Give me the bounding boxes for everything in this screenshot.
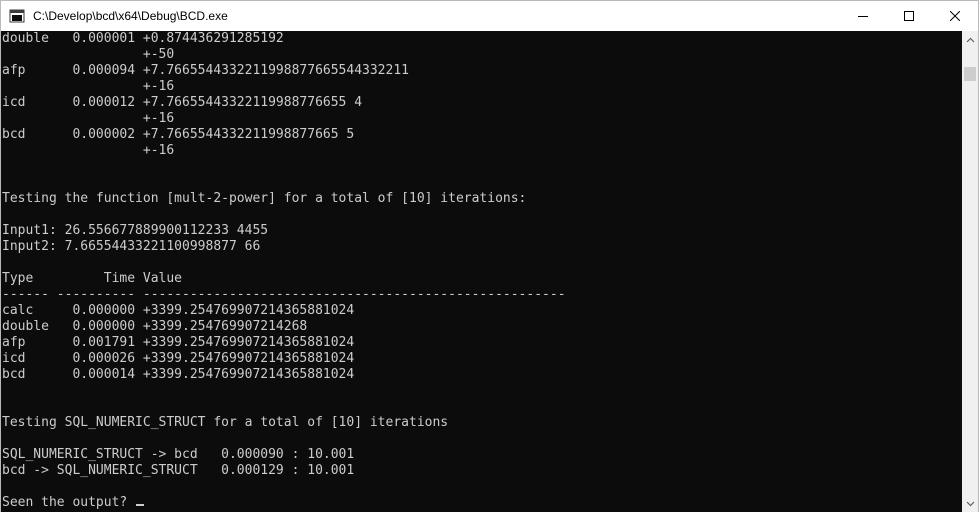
console-line: double 0.000001 +0.874436291285192 xyxy=(2,31,284,46)
scrollbar-thumb[interactable] xyxy=(964,67,976,81)
console-line: Input1: 26.556677889900112233 4455 xyxy=(2,223,269,238)
console-line: icd 0.000012 +7.76655443322119988776655 … xyxy=(2,95,363,110)
chevron-up-icon xyxy=(966,37,974,42)
console-line: calc 0.000000 +3399.25476990721436588102… xyxy=(2,303,355,318)
console-line: +-16 xyxy=(2,79,175,94)
console-line: bcd 0.000014 +3399.254769907214365881024 xyxy=(2,367,355,382)
maximize-icon xyxy=(904,11,914,21)
chevron-down-icon xyxy=(966,501,974,506)
console-line: icd 0.000026 +3399.254769907214365881024 xyxy=(2,351,355,366)
minimize-icon xyxy=(858,16,868,17)
maximize-button[interactable] xyxy=(886,1,932,31)
console-window: C:\Develop\bcd\x64\Debug\BCD.exe double xyxy=(0,0,979,512)
console-line: bcd -> SQL_NUMERIC_STRUCT 0.000129 : 10.… xyxy=(2,463,355,478)
console-line: SQL_NUMERIC_STRUCT -> bcd 0.000090 : 10.… xyxy=(2,447,355,462)
console-text: double 0.000001 +0.874436291285192 +-50 … xyxy=(1,31,962,511)
console-output[interactable]: double 0.000001 +0.874436291285192 +-50 … xyxy=(1,31,962,512)
console-line: +-50 xyxy=(2,47,175,62)
close-icon xyxy=(950,11,960,21)
scroll-up-button[interactable] xyxy=(962,31,978,48)
window-controls xyxy=(840,1,978,31)
console-line: +-16 xyxy=(2,111,175,126)
window-title: C:\Develop\bcd\x64\Debug\BCD.exe xyxy=(33,9,228,23)
console-line: +-16 xyxy=(2,143,175,158)
vertical-scrollbar[interactable] xyxy=(962,31,978,512)
console-line: bcd 0.000002 +7.7665544332211998877665 5 xyxy=(2,127,355,142)
title-bar[interactable]: C:\Develop\bcd\x64\Debug\BCD.exe xyxy=(1,1,978,31)
console-line: Seen the output? xyxy=(2,495,136,510)
close-button[interactable] xyxy=(932,1,978,31)
console-line: Testing the function [mult-2-power] for … xyxy=(2,191,527,206)
console-line: double 0.000000 +3399.254769907214268 xyxy=(2,319,308,334)
console-app-icon[interactable] xyxy=(9,8,25,24)
console-line: afp 0.000094 +7.766554433221199887766554… xyxy=(2,63,409,78)
console-line: Testing SQL_NUMERIC_STRUCT for a total o… xyxy=(2,415,449,430)
console-line: afp 0.001791 +3399.254769907214365881024 xyxy=(2,335,355,350)
console-line: Input2: 7.66554433221100998877 66 xyxy=(2,239,261,254)
text-cursor xyxy=(136,504,145,506)
console-line: Type Time Value xyxy=(2,271,183,286)
minimize-button[interactable] xyxy=(840,1,886,31)
scroll-down-button[interactable] xyxy=(962,495,978,512)
console-line: ------ ---------- ----------------------… xyxy=(2,287,566,302)
